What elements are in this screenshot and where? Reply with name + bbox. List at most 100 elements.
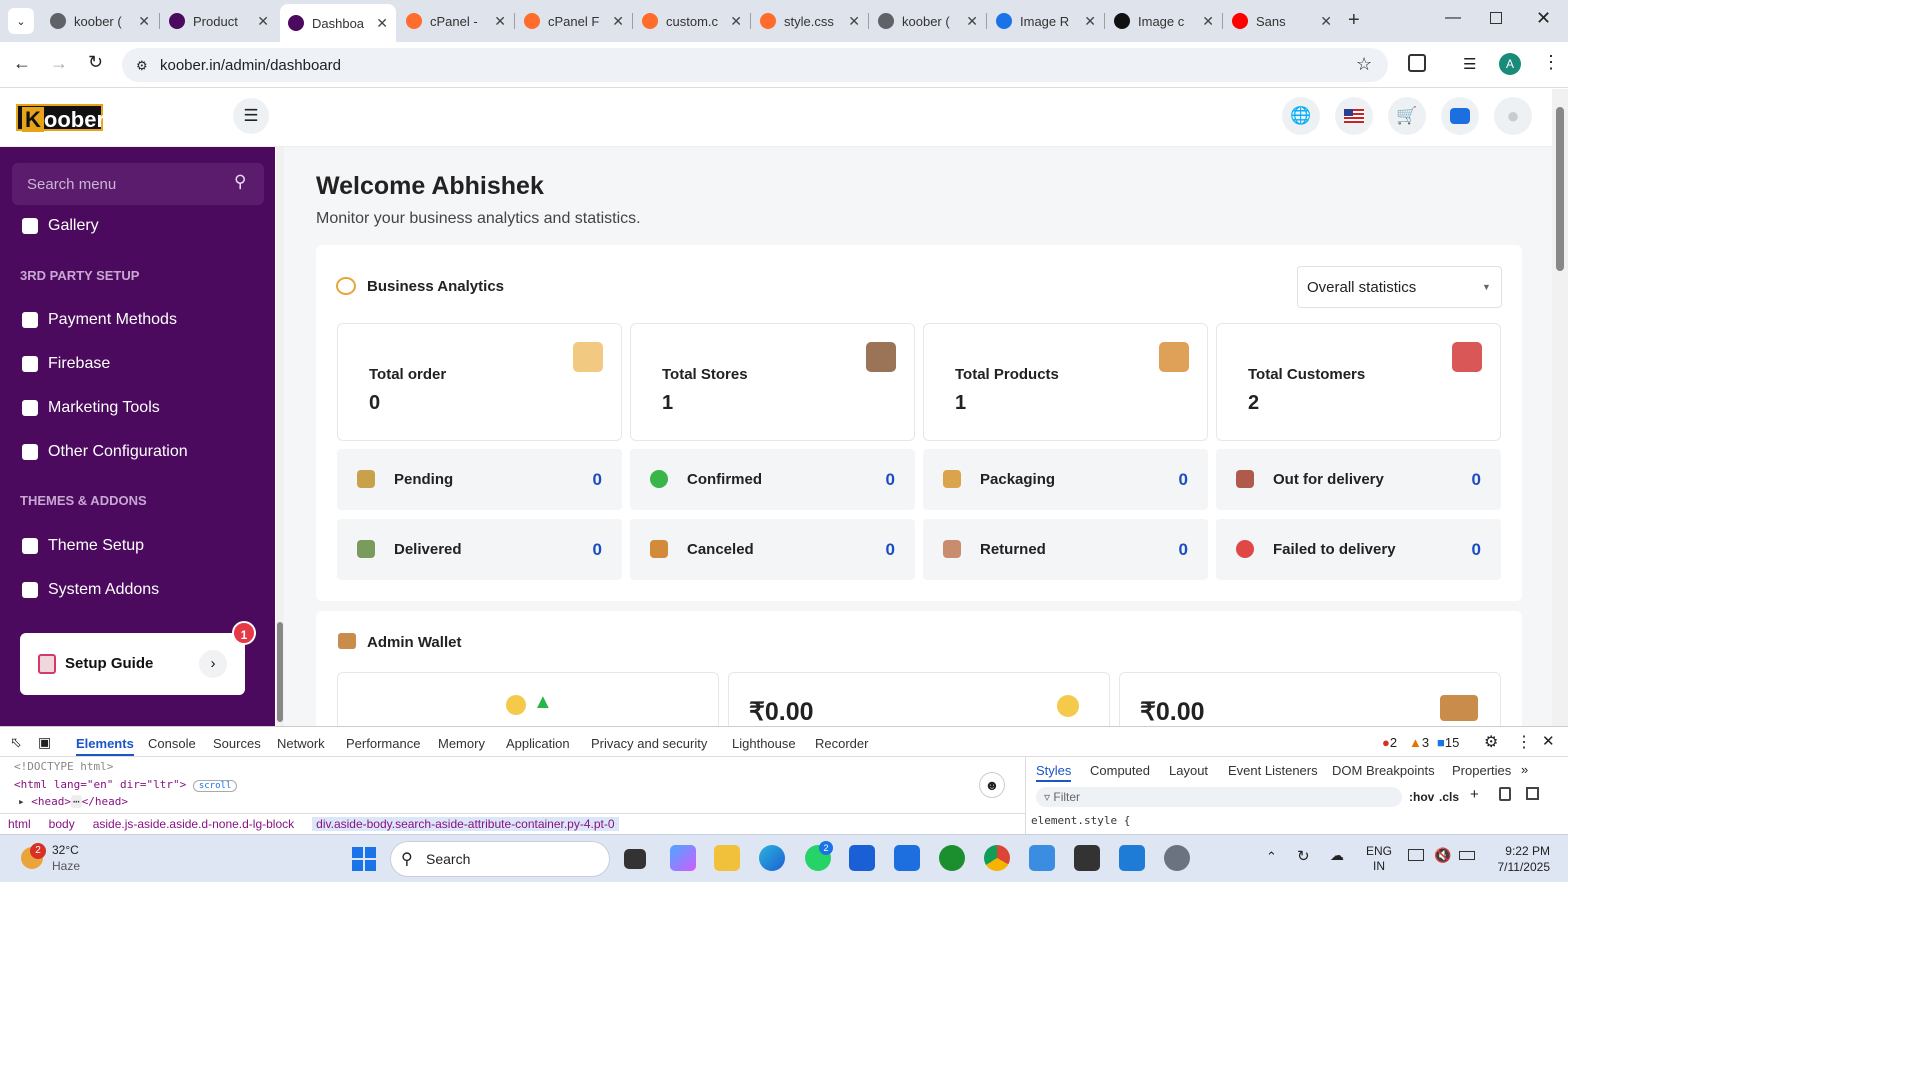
sidebar-item-other-configuration[interactable]: Other Configuration <box>22 443 188 461</box>
devtools-tab[interactable]: Network <box>277 736 325 751</box>
devtools-menu-icon[interactable]: ⋮ <box>1516 732 1532 752</box>
file-explorer-icon[interactable] <box>714 845 740 871</box>
setup-guide-button[interactable]: Setup Guide › 1 <box>20 621 256 695</box>
search-icon[interactable]: ⚲ <box>234 172 246 192</box>
browser-tab[interactable]: style.css ✕ <box>752 6 868 36</box>
language-indicator[interactable]: ENG IN <box>1366 844 1392 874</box>
copilot-icon[interactable] <box>670 845 696 871</box>
tab-close-icon[interactable]: ✕ <box>1202 13 1214 30</box>
breadcrumb-item[interactable]: body <box>49 817 75 831</box>
devtools-close-icon[interactable]: ✕ <box>1542 732 1555 750</box>
azure-data-studio-icon[interactable] <box>894 845 920 871</box>
back-icon[interactable]: ← <box>13 53 31 74</box>
tab-close-icon[interactable]: ✕ <box>257 13 269 30</box>
minimize-button[interactable]: — <box>1445 9 1461 27</box>
hamburger-menu-icon[interactable]: ☰ <box>233 98 269 134</box>
code-head-line[interactable]: ▸ <head> ⋯ </head> <box>18 795 128 808</box>
hov-toggle[interactable]: :hov <box>1409 790 1434 804</box>
site-info-icon[interactable]: ⚙ <box>136 58 148 74</box>
browser-tab[interactable]: Image R ✕ <box>988 6 1104 36</box>
media-control-icon[interactable]: ☰ <box>1463 55 1476 73</box>
order-status-card[interactable]: Canceled 0 <box>630 519 915 580</box>
cart-icon[interactable]: 🛒 <box>1388 97 1426 135</box>
user-avatar[interactable]: ● <box>1494 97 1532 135</box>
order-status-card[interactable]: Returned 0 <box>923 519 1208 580</box>
sidebar-item-marketing-tools[interactable]: Marketing Tools <box>22 399 160 417</box>
devtools-tab[interactable]: Performance <box>346 736 420 751</box>
order-status-card[interactable]: Delivered 0 <box>337 519 622 580</box>
breadcrumb-item[interactable]: div.aside-body.search-aside-attribute-co… <box>312 817 619 831</box>
battery-icon[interactable] <box>1459 851 1475 860</box>
devtools-tab[interactable]: Privacy and security <box>591 736 707 751</box>
inspect-element-icon[interactable]: ⬁ <box>10 734 22 751</box>
weather-widget[interactable]: 2 32°C Haze <box>16 841 96 877</box>
url-bar[interactable]: ⚙ koober.in/admin/dashboard ☆ <box>122 48 1388 82</box>
sidebar-item-gallery[interactable]: Gallery <box>22 217 99 235</box>
order-status-card[interactable]: Out for delivery 0 <box>1216 449 1501 510</box>
styles-pane-tab[interactable]: Event Listeners <box>1228 763 1318 778</box>
start-button[interactable] <box>352 847 376 871</box>
stat-card[interactable]: Total Stores 1 <box>630 323 915 441</box>
volume-muted-icon[interactable]: 🔇 <box>1434 847 1451 864</box>
sidebar-item-payment-methods[interactable]: Payment Methods <box>22 311 177 329</box>
tab-close-icon[interactable]: ✕ <box>848 13 860 30</box>
network-icon[interactable]: ☁ <box>1330 847 1344 864</box>
devtools-tab[interactable]: Lighthouse <box>732 736 796 751</box>
browser-tab[interactable]: custom.c ✕ <box>634 6 750 36</box>
page-scroll-thumb[interactable] <box>1556 107 1564 271</box>
browser-tab[interactable]: Sans ✕ <box>1224 6 1340 36</box>
browser-tab[interactable]: koober (✕ <box>870 6 986 36</box>
bookmark-star-icon[interactable]: ☆ <box>1356 54 1372 75</box>
sidebar-scrollbar[interactable] <box>276 147 284 726</box>
browser-tab[interactable]: Dashboa ✕ <box>280 4 396 42</box>
reload-icon[interactable]: ↻ <box>88 52 103 73</box>
restore-button[interactable] <box>1490 12 1502 24</box>
order-status-card[interactable]: Packaging 0 <box>923 449 1208 510</box>
tab-close-icon[interactable]: ✕ <box>376 15 388 32</box>
device-toolbar-icon[interactable]: ▣ <box>38 734 51 751</box>
taskbar-search[interactable]: ⚲ Search <box>390 841 610 877</box>
styles-pane-tab[interactable]: Computed <box>1090 763 1150 778</box>
sidebar-search-input[interactable]: Search menu ⚲ <box>12 163 264 205</box>
tab-close-icon[interactable]: ✕ <box>1084 13 1096 30</box>
devtools-tab[interactable]: Console <box>148 736 196 751</box>
browser-tab[interactable]: cPanel - ✕ <box>398 6 514 36</box>
styles-pane-tab[interactable]: Properties <box>1452 763 1511 778</box>
computed-styles-toggle-icon[interactable] <box>1499 787 1511 801</box>
xbox-icon[interactable] <box>939 845 965 871</box>
cls-toggle[interactable]: .cls <box>1439 790 1459 804</box>
vscode-icon[interactable] <box>1119 845 1145 871</box>
breadcrumb-item[interactable]: html <box>8 817 31 831</box>
devtools-tab[interactable]: Memory <box>438 736 485 751</box>
clock[interactable]: 9:22 PM 7/11/2025 <box>1488 843 1551 875</box>
message-count[interactable]: ■15 <box>1437 735 1459 750</box>
tab-close-icon[interactable]: ✕ <box>612 13 624 30</box>
forward-icon[interactable]: → <box>50 53 68 74</box>
error-count[interactable]: ●2 <box>1382 735 1397 750</box>
stat-card[interactable]: Total Products 1 <box>923 323 1208 441</box>
page-scrollbar[interactable] <box>1552 89 1568 726</box>
globe-icon[interactable]: 🌐 <box>1282 97 1320 135</box>
tray-chevron-icon[interactable]: ⌃ <box>1266 849 1277 865</box>
statistics-dropdown[interactable]: Overall statistics ▼ <box>1297 266 1502 308</box>
devtools-tab[interactable]: Elements <box>76 736 134 756</box>
browser-tab[interactable]: koober (✕ <box>42 6 158 36</box>
devtools-tab[interactable]: Sources <box>213 736 261 751</box>
element-style-rule[interactable]: element.style { <box>1031 814 1130 827</box>
stat-card[interactable]: Total order 0 <box>337 323 622 441</box>
tab-close-icon[interactable]: ✕ <box>138 13 150 30</box>
photos-icon[interactable] <box>1029 845 1055 871</box>
koober-logo[interactable]: Koober <box>16 104 105 132</box>
browser-tab[interactable]: Product ✕ <box>161 6 277 36</box>
us-flag-icon[interactable] <box>1335 97 1373 135</box>
order-status-card[interactable]: Pending 0 <box>337 449 622 510</box>
edge-icon[interactable] <box>759 845 785 871</box>
stat-card[interactable]: Total Customers 2 <box>1216 323 1501 441</box>
new-style-rule-icon[interactable]: + <box>1470 786 1479 803</box>
display-icon[interactable] <box>1408 849 1424 861</box>
styles-pane-tab[interactable]: DOM Breakpoints <box>1332 763 1435 778</box>
tab-close-icon[interactable]: ✕ <box>1320 13 1332 30</box>
sidebar-scroll-thumb[interactable] <box>277 622 283 722</box>
settings-icon[interactable] <box>1164 845 1190 871</box>
code-html-line[interactable]: <html lang="en" dir="ltr"> scroll <box>14 778 238 792</box>
